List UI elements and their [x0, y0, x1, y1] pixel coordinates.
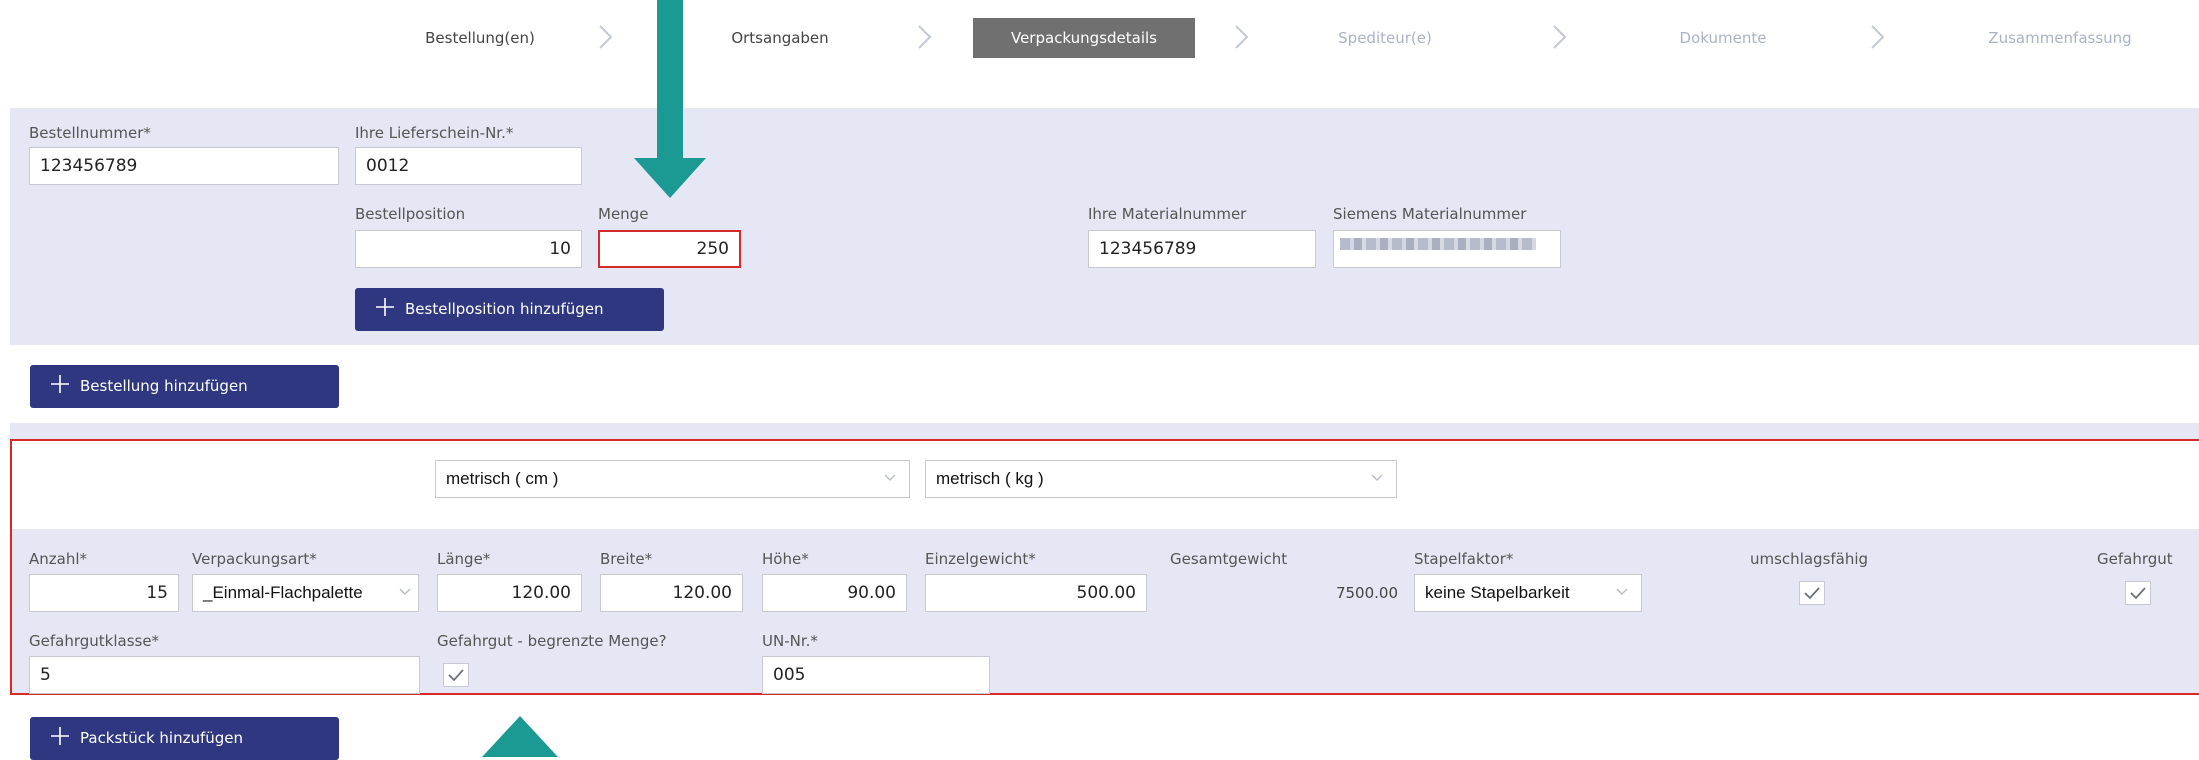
chevron-down-icon [1371, 474, 1383, 481]
add-order-button[interactable]: Bestellung hinzufügen [30, 365, 339, 408]
length-label: Länge* [437, 550, 491, 568]
height-input[interactable]: 90.00 [762, 574, 907, 612]
delivery-note-input[interactable]: 0012 [355, 147, 582, 185]
checkmark-icon [448, 669, 464, 682]
add-package-button[interactable]: Packstück hinzufügen [30, 717, 339, 760]
plus-icon [51, 727, 69, 745]
height-label: Höhe* [762, 550, 809, 568]
step-bestellungen[interactable]: Bestellung(en) [380, 18, 580, 58]
hazardous-checkbox[interactable] [2125, 581, 2151, 605]
transshipment-checkbox[interactable] [1799, 581, 1825, 605]
arrow-down-icon [634, 0, 706, 198]
total-weight-value: 7500.00 [1335, 584, 1398, 602]
un-number-label: UN-Nr.* [762, 632, 818, 650]
stacking-value: keine Stapelbarkeit [1425, 583, 1570, 602]
chevron-right-icon [918, 25, 932, 49]
order-panel [10, 108, 2199, 345]
blurred-material-number [1340, 238, 1536, 250]
order-number-input[interactable]: 123456789 [29, 147, 339, 185]
plus-icon [376, 298, 394, 316]
chevron-right-icon [1235, 25, 1249, 49]
add-position-label: Bestellposition hinzufügen [405, 300, 604, 318]
order-number-label: Bestellnummer* [29, 124, 151, 142]
width-label: Breite* [600, 550, 653, 568]
step-ortsangaben[interactable]: Ortsangaben [680, 18, 880, 58]
chevron-down-icon [399, 588, 411, 595]
checkmark-icon [1804, 587, 1820, 600]
step-spediteure: Spediteur(e) [1338, 29, 1432, 47]
position-input[interactable]: 10 [355, 230, 582, 268]
quantity-label: Menge [598, 205, 649, 223]
add-package-label: Packstück hinzufügen [80, 729, 244, 747]
count-input[interactable]: 15 [29, 574, 179, 612]
count-label: Anzahl* [29, 550, 88, 568]
length-unit-select[interactable]: metrisch ( cm ) [435, 460, 910, 498]
position-label: Bestellposition [355, 205, 466, 223]
chevron-right-icon [1553, 25, 1567, 49]
add-order-label: Bestellung hinzufügen [80, 377, 248, 395]
packaging-value: _Einmal-Flachpalette [203, 583, 363, 602]
quantity-input[interactable]: 250 [598, 230, 741, 268]
stacking-select[interactable]: keine Stapelbarkeit [1414, 574, 1642, 612]
hazard-class-label: Gefahrgutklasse* [29, 632, 160, 650]
un-number-input[interactable]: 005 [762, 656, 990, 694]
total-weight-label: Gesamtgewicht [1170, 550, 1288, 568]
limited-quantity-label: Gefahrgut - begrenzte Menge? [437, 632, 667, 650]
packaging-select[interactable]: _Einmal-Flachpalette [192, 574, 419, 612]
packaging-label: Verpackungsart* [192, 550, 317, 568]
your-material-input[interactable]: 123456789 [1088, 230, 1316, 268]
chevron-down-icon [884, 474, 896, 481]
weight-unit-value: metrisch ( kg ) [936, 469, 1044, 488]
siemens-material-label: Siemens Materialnummer [1333, 205, 1527, 223]
length-input[interactable]: 120.00 [437, 574, 582, 612]
step-verpackungsdetails[interactable]: Verpackungsdetails [973, 18, 1195, 58]
unit-weight-label: Einzelgewicht* [925, 550, 1036, 568]
step-dokumente: Dokumente [1679, 29, 1767, 47]
stacking-label: Stapelfaktor* [1414, 550, 1514, 568]
arrow-up-icon [482, 716, 558, 757]
step-zusammenfassung: Zusammenfassung [1988, 29, 2132, 47]
chevron-down-icon [1616, 588, 1628, 595]
hazardous-label: Gefahrgut [2097, 550, 2173, 568]
width-input[interactable]: 120.00 [600, 574, 743, 612]
chevron-right-icon [599, 25, 613, 49]
checkmark-icon [2130, 587, 2146, 600]
hazard-class-input[interactable]: 5 [29, 656, 420, 694]
limited-quantity-checkbox[interactable] [443, 663, 469, 687]
transshipment-label: umschlagsfähig [1750, 550, 1869, 568]
length-unit-value: metrisch ( cm ) [446, 469, 559, 488]
weight-unit-select[interactable]: metrisch ( kg ) [925, 460, 1397, 498]
your-material-label: Ihre Materialnummer [1088, 205, 1247, 223]
unit-weight-input[interactable]: 500.00 [925, 574, 1147, 612]
chevron-right-icon [1871, 25, 1885, 49]
delivery-note-label: Ihre Lieferschein-Nr.* [355, 124, 514, 142]
add-position-button[interactable]: Bestellposition hinzufügen [355, 288, 664, 331]
plus-icon [51, 375, 69, 393]
